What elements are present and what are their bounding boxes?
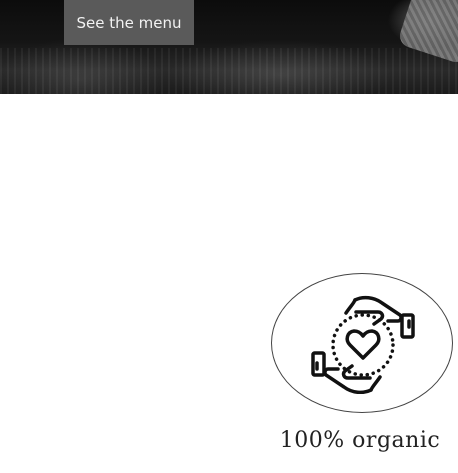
see-menu-button[interactable]: See the menu	[64, 0, 194, 45]
hero-background-texture	[0, 48, 458, 94]
organic-label: 100% organic	[279, 428, 441, 453]
hands-heart-icon	[311, 295, 415, 394]
organic-badge	[271, 273, 453, 413]
hero-banner: See the menu	[0, 0, 458, 94]
